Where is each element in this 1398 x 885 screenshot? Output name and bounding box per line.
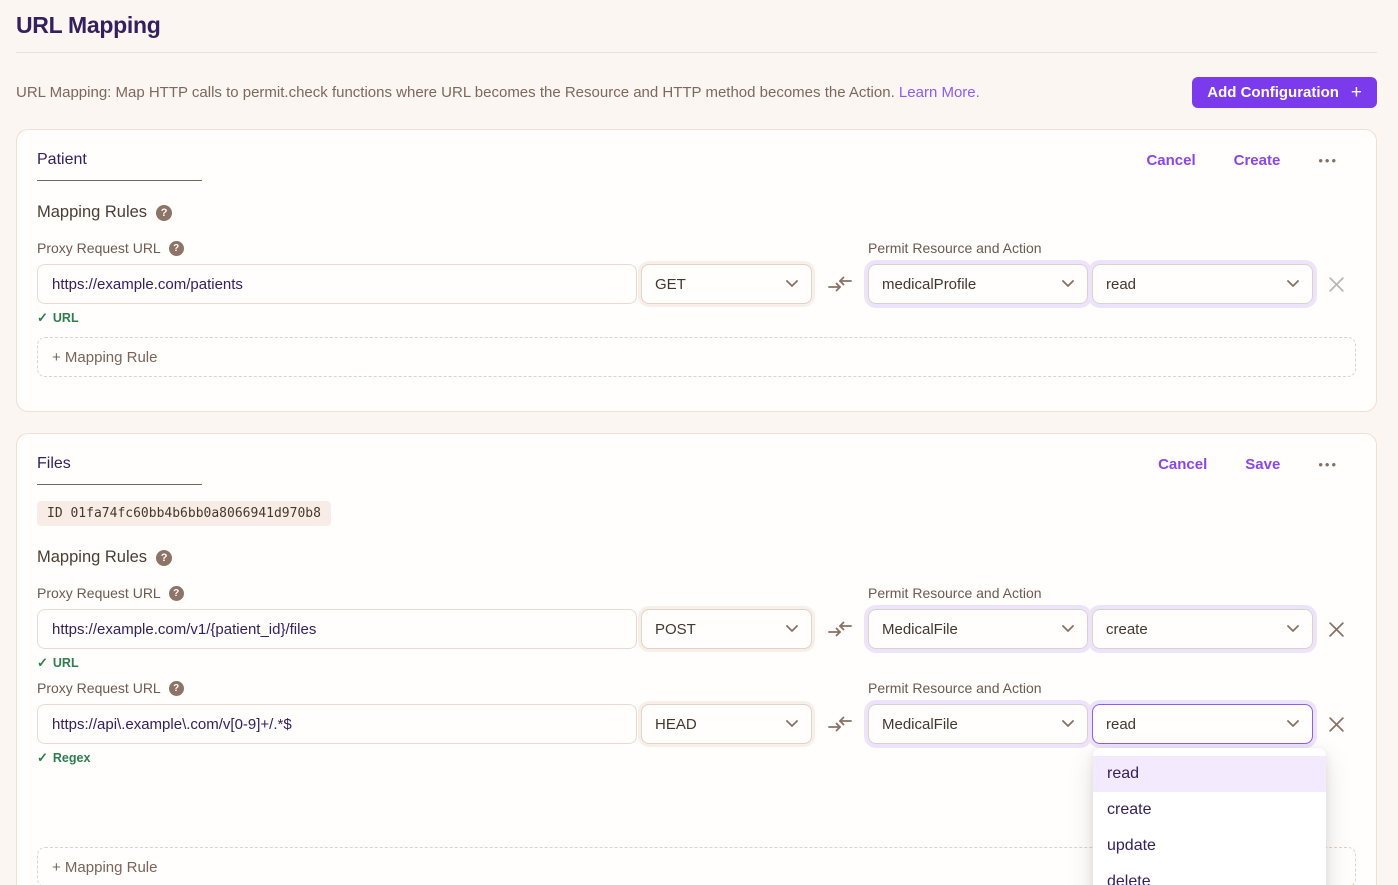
help-icon[interactable]: ?: [156, 205, 172, 221]
mapping-rules-label: Mapping Rules: [37, 203, 147, 222]
proxy-request-url-label: Proxy Request URL ?: [37, 585, 637, 601]
url-mapping-page: URL Mapping URL Mapping: Map HTTP calls …: [0, 0, 1398, 885]
card-actions: Cancel Save •••: [1158, 448, 1356, 473]
card-header: Cancel Save •••: [37, 448, 1356, 485]
permit-pair: MedicalFile read read create: [868, 704, 1313, 744]
arrows-merge-icon: [828, 715, 852, 733]
more-options-icon[interactable]: •••: [1318, 458, 1338, 471]
learn-more-link[interactable]: Learn More.: [899, 84, 980, 101]
remove-rule-icon[interactable]: [1328, 621, 1345, 638]
chevron-down-icon: [1287, 625, 1299, 633]
arrows-merge-icon: [828, 275, 852, 293]
check-icon: ✓: [37, 750, 48, 766]
permit-pair: medicalProfile read: [868, 264, 1313, 304]
config-title-input[interactable]: [37, 144, 202, 181]
action-select[interactable]: create: [1092, 609, 1313, 649]
page-title: URL Mapping: [16, 0, 1377, 39]
header-divider: [16, 52, 1377, 53]
rule-labels-row: Proxy Request URL ? Permit Resource and …: [37, 585, 1356, 601]
rule-labels-row: Proxy Request URL ? Permit Resource and …: [37, 680, 1356, 696]
remove-rule-icon[interactable]: [1328, 276, 1345, 293]
action-select-open[interactable]: read: [1092, 704, 1313, 744]
proxy-request-url-label: Proxy Request URL ?: [37, 680, 637, 696]
merge-cell: [816, 275, 864, 293]
http-method-select[interactable]: GET: [641, 264, 812, 304]
chevron-down-icon: [1287, 280, 1299, 288]
create-button[interactable]: Create: [1234, 152, 1281, 169]
permit-resource-action-label: Permit Resource and Action: [868, 680, 1313, 696]
mapping-rule-row: GET medicalProfile: [37, 264, 1356, 304]
proxy-url-input[interactable]: [37, 264, 637, 304]
remove-cell: [1317, 276, 1356, 293]
dropdown-option-create[interactable]: create: [1093, 792, 1326, 828]
help-icon[interactable]: ?: [156, 550, 172, 566]
mapping-rules-heading: Mapping Rules ?: [37, 548, 1356, 567]
resource-select[interactable]: medicalProfile: [868, 264, 1088, 304]
card-header: Cancel Create •••: [37, 144, 1356, 181]
chevron-down-icon: [1062, 720, 1074, 728]
resource-select[interactable]: MedicalFile: [868, 609, 1088, 649]
description-text: URL Mapping: Map HTTP calls to permit.ch…: [16, 84, 895, 101]
page-description: URL Mapping: Map HTTP calls to permit.ch…: [16, 84, 980, 101]
dropdown-option-update[interactable]: update: [1093, 828, 1326, 864]
resource-select[interactable]: MedicalFile: [868, 704, 1088, 744]
http-method-select[interactable]: POST: [641, 609, 812, 649]
add-mapping-rule-button[interactable]: + Mapping Rule: [37, 337, 1356, 377]
proxy-url-input[interactable]: [37, 704, 637, 744]
merge-cell: [816, 620, 864, 638]
mapping-rules-label: Mapping Rules: [37, 548, 147, 567]
remove-cell: [1317, 716, 1356, 733]
merge-cell: [816, 715, 864, 733]
chevron-down-icon: [1062, 280, 1074, 288]
proxy-url-input[interactable]: [37, 609, 637, 649]
config-card-patient: Cancel Create ••• Mapping Rules ? Proxy …: [16, 129, 1377, 412]
plus-icon: +: [1351, 83, 1362, 102]
chevron-down-icon: [1287, 720, 1299, 728]
chevron-down-icon: [786, 280, 798, 288]
action-select[interactable]: read: [1092, 264, 1313, 304]
config-id-badge: ID 01fa74fc60bb4b6bb0a8066941d970b8: [37, 501, 331, 526]
arrows-merge-icon: [828, 620, 852, 638]
permit-resource-action-label: Permit Resource and Action: [868, 585, 1313, 601]
proxy-request-url-label: Proxy Request URL ?: [37, 240, 637, 256]
chevron-down-icon: [786, 720, 798, 728]
permit-resource-action-label: Permit Resource and Action: [868, 240, 1313, 256]
action-dropdown-menu: read create update delete: [1093, 748, 1326, 885]
chevron-down-icon: [786, 625, 798, 633]
chevron-down-icon: [1062, 625, 1074, 633]
card-actions: Cancel Create •••: [1146, 144, 1356, 169]
config-card-files: Cancel Save ••• ID 01fa74fc60bb4b6bb0a80…: [16, 433, 1377, 885]
help-icon[interactable]: ?: [169, 241, 184, 256]
validation-badge: ✓ URL: [37, 655, 1356, 671]
intro-row: URL Mapping: Map HTTP calls to permit.ch…: [16, 77, 1377, 108]
save-button[interactable]: Save: [1245, 456, 1280, 473]
help-icon[interactable]: ?: [169, 681, 184, 696]
remove-cell: [1317, 621, 1356, 638]
dropdown-option-read[interactable]: read: [1093, 756, 1326, 792]
cancel-button[interactable]: Cancel: [1146, 152, 1195, 169]
http-method-select[interactable]: HEAD: [641, 704, 812, 744]
config-title-input[interactable]: [37, 448, 202, 485]
check-icon: ✓: [37, 655, 48, 671]
cancel-button[interactable]: Cancel: [1158, 456, 1207, 473]
add-configuration-label: Add Configuration: [1207, 84, 1339, 101]
rule-labels-row: Proxy Request URL ? Permit Resource and …: [37, 240, 1356, 256]
more-options-icon[interactable]: •••: [1318, 154, 1338, 167]
add-configuration-button[interactable]: Add Configuration +: [1192, 77, 1377, 108]
help-icon[interactable]: ?: [169, 586, 184, 601]
remove-rule-icon[interactable]: [1328, 716, 1345, 733]
mapping-rules-heading: Mapping Rules ?: [37, 203, 1356, 222]
mapping-rule-row: POST MedicalFile: [37, 609, 1356, 649]
dropdown-option-delete[interactable]: delete: [1093, 864, 1326, 885]
validation-badge: ✓ URL: [37, 310, 1356, 326]
mapping-rule-row: HEAD MedicalFile: [37, 704, 1356, 744]
check-icon: ✓: [37, 310, 48, 326]
permit-pair: MedicalFile create: [868, 609, 1313, 649]
